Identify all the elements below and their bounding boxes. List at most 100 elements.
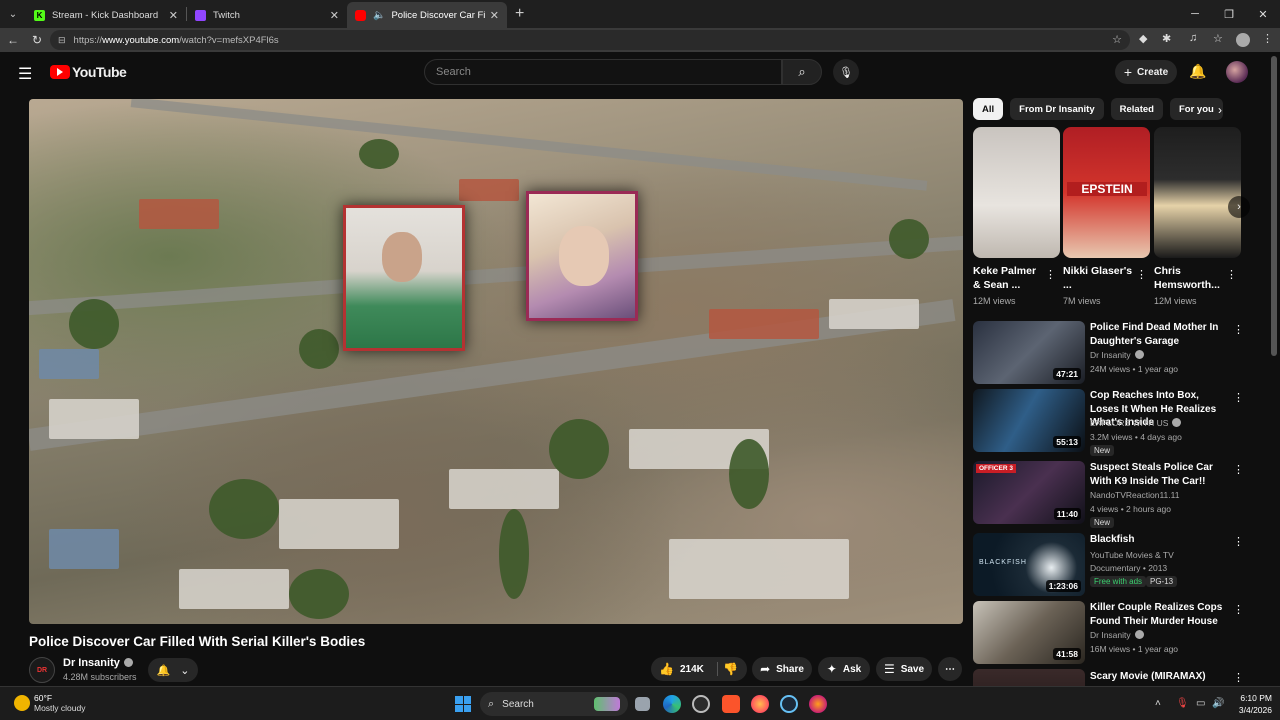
chevron-right-icon[interactable]: › [1218,103,1222,117]
dislike-icon[interactable]: 👎 [723,662,738,676]
rec-title[interactable]: Scary Movie (MIRAMAX) [1090,670,1230,684]
new-tab-icon[interactable]: + [515,5,524,23]
reload-icon[interactable]: ↻ [25,33,49,47]
ask-button[interactable]: ✦ Ask [818,657,870,681]
hamburger-menu-icon[interactable]: ☰ [18,64,32,84]
task-view-icon[interactable] [635,697,650,711]
share-button[interactable]: ➦ Share [752,657,812,681]
rec-title[interactable]: Police Find Dead Mother In Daughter's Ga… [1090,321,1230,348]
video-thumbnail[interactable]: OFFICER 3 11:40 [973,461,1085,524]
rec-channel[interactable]: NandoTVReaction11.11 [1090,490,1179,500]
more-actions-button[interactable]: ⋯ [938,657,962,681]
more-vertical-icon[interactable]: ⋮ [1136,268,1147,281]
firefox-icon[interactable] [751,695,769,713]
firefox-dev-icon[interactable] [809,695,827,713]
video-thumbnail[interactable]: 47:21 [973,321,1085,384]
more-vertical-icon[interactable]: ⋮ [1233,323,1244,336]
microphone-in-use-icon[interactable]: 🎙 [1176,698,1189,709]
recommendation-item[interactable]: BLACKFISH 1:23:06 Blackfish YouTube Movie… [973,533,1253,597]
recommendation-item[interactable]: Scary Movie (MIRAMAX) ⋮ [973,669,1253,686]
like-count[interactable]: 214K [680,664,704,675]
voice-search-button[interactable]: 🎙 [833,59,859,85]
media-control-icon[interactable]: ♫ [1189,32,1197,44]
browser-menu-icon[interactable]: ⋮ [1262,32,1273,45]
more-vertical-icon[interactable]: ⋮ [1233,535,1244,548]
channel-name[interactable]: Dr Insanity [63,657,133,669]
rec-title[interactable]: Killer Couple Realizes Cops Found Their … [1090,601,1230,628]
recommendation-item[interactable]: 55:13 Cop Reaches Into Box, Loses It Whe… [973,389,1253,456]
notifications-bell-icon[interactable]: 🔔 [1189,63,1206,80]
rec-title[interactable]: Suspect Steals Police Car With K9 Inside… [1090,461,1230,488]
short-thumbnail[interactable]: EPSTEIN [1063,127,1150,258]
search-button[interactable]: ⌕ [782,59,822,85]
video-thumbnail[interactable]: 41:58 [973,601,1085,664]
channel-avatar[interactable]: DR [29,657,55,683]
favorites-icon[interactable]: ☆ [1213,32,1223,45]
steam-icon[interactable] [780,695,798,713]
video-thumbnail[interactable]: 55:13 [973,389,1085,452]
restore-icon[interactable]: ❐ [1212,0,1246,28]
bookmark-star-icon[interactable]: ☆ [1112,33,1122,46]
rec-channel[interactable]: Dr Insanity [1090,350,1144,360]
short-title[interactable]: Chris Hemsworth... [1154,264,1226,292]
rec-title[interactable]: Blackfish [1090,533,1230,547]
search-input[interactable]: Search [424,59,782,85]
close-tab-icon[interactable]: ✕ [330,9,339,22]
url-field[interactable]: ⊟ https://www.youtube.com/watch?v=mefsXP… [50,30,1130,50]
edge-icon[interactable] [663,695,681,713]
rec-channel[interactable]: EXPLORE WITH US [1090,418,1182,428]
more-vertical-icon[interactable]: ⋮ [1226,268,1237,281]
taskbar-search[interactable]: ⌕ Search [480,692,628,716]
more-vertical-icon[interactable]: ⋮ [1233,463,1244,476]
account-avatar[interactable] [1226,61,1248,83]
chip-from-channel[interactable]: From Dr Insanity [1010,98,1104,120]
profile-icon[interactable] [1236,33,1250,47]
extension-diamond-icon[interactable]: ◆ [1139,32,1147,45]
extensions-puzzle-icon[interactable]: ✱ [1162,32,1171,45]
recommendation-item[interactable]: 47:21 Police Find Dead Mother In Daughte… [973,321,1253,385]
tab-kick[interactable]: K Stream - Kick Dashboard ✕ [26,2,186,28]
video-player[interactable] [29,99,963,624]
recommendation-item[interactable]: 41:58 Killer Couple Realizes Cops Found … [973,601,1253,665]
rec-channel[interactable]: YouTube Movies & TV [1090,550,1174,560]
more-vertical-icon[interactable]: ⋮ [1233,671,1244,684]
system-clock[interactable]: 6:10 PM 3/4/2026 [1222,692,1272,716]
minimize-icon[interactable]: ─ [1178,0,1212,28]
more-vertical-icon[interactable]: ⋮ [1045,268,1056,281]
speaker-icon[interactable]: 🔈 [373,10,385,21]
tray-chevron-up-icon[interactable]: ˄ [1155,698,1161,709]
tab-twitch[interactable]: Twitch ✕ [187,2,347,28]
video-thumbnail[interactable]: BLACKFISH 1:23:06 [973,533,1085,596]
close-tab-icon[interactable]: ✕ [490,9,499,22]
tab-list-chevron-icon[interactable]: ⌄ [0,0,26,28]
short-thumbnail[interactable] [973,127,1060,258]
rec-channel[interactable]: Dr Insanity [1090,630,1144,640]
subscription-bell-button[interactable]: 🔔 ⌄ [148,658,198,682]
recommendation-item[interactable]: OFFICER 3 11:40 Suspect Steals Police Car… [973,461,1253,528]
back-icon[interactable]: ← [1,33,25,47]
more-vertical-icon[interactable]: ⋮ [1233,391,1244,404]
brave-icon[interactable] [722,695,740,713]
create-button[interactable]: + Create [1115,60,1177,84]
windows-start-icon[interactable] [455,696,471,712]
network-icon[interactable]: ▭ [1196,698,1205,709]
shorts-next-icon[interactable]: › [1228,196,1250,218]
short-title[interactable]: Nikki Glaser's ... [1063,264,1135,292]
short-thumbnail[interactable] [1154,127,1241,258]
tab-youtube-active[interactable]: 🔈 Police Discover Car Filled With ✕ [347,2,507,28]
save-button[interactable]: ☰ Save [876,657,932,681]
like-icon[interactable]: 👍 [659,662,674,676]
weather-widget[interactable]: 60°F Mostly cloudy [14,693,86,713]
youtube-logo[interactable]: YouTube [50,64,127,80]
site-info-icon[interactable]: ⊟ [58,35,66,46]
chip-for-you[interactable]: For you [1169,98,1223,120]
more-vertical-icon[interactable]: ⋮ [1233,603,1244,616]
chip-related[interactable]: Related [1110,98,1163,120]
chrome-dev-icon[interactable] [692,695,710,713]
video-thumbnail[interactable] [973,669,1085,686]
close-window-icon[interactable]: ✕ [1246,0,1280,28]
short-title[interactable]: Keke Palmer & Sean ... [973,264,1045,292]
close-tab-icon[interactable]: ✕ [169,9,178,22]
page-scrollbar[interactable] [1268,52,1280,686]
chip-all[interactable]: All [973,98,1004,120]
